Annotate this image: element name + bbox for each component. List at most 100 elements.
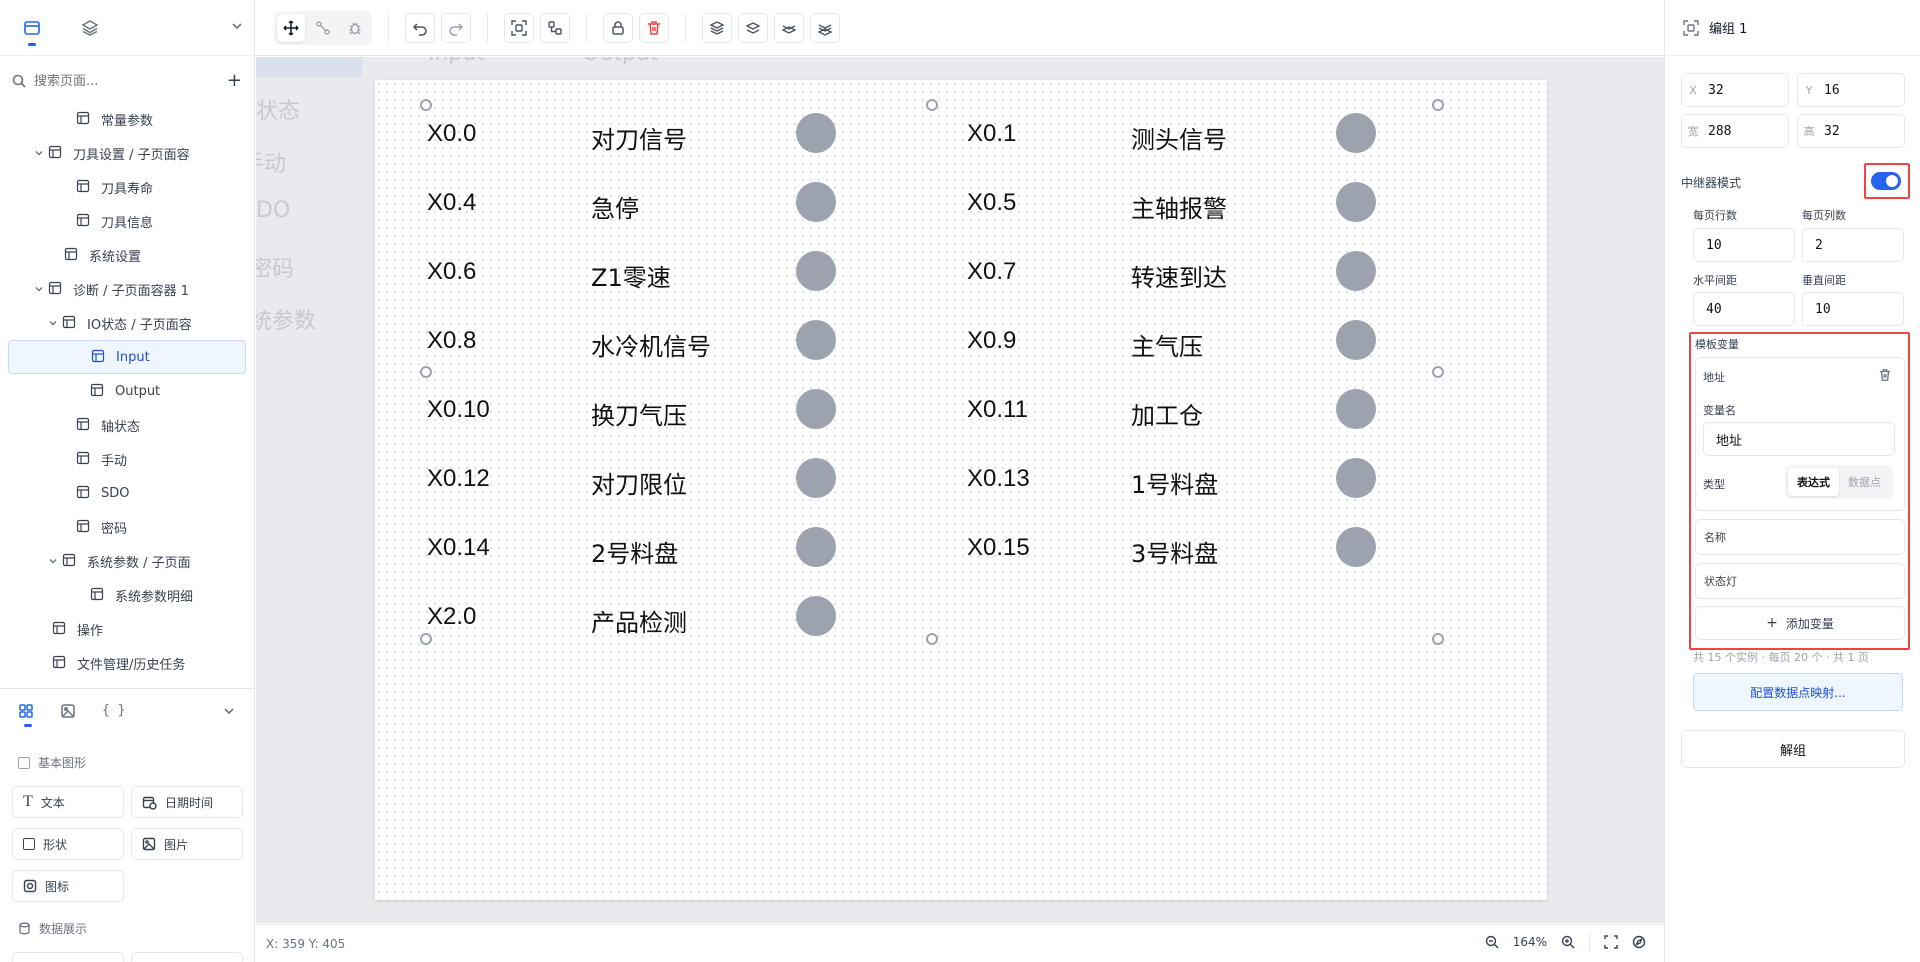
tree-item[interactable]: 密码 xyxy=(0,510,254,544)
variable-card-name[interactable]: 名称 xyxy=(1695,519,1905,555)
io-cell[interactable]: X0.7 转速到达 xyxy=(967,249,1387,293)
undo-button[interactable] xyxy=(405,12,435,43)
widget-shape-button[interactable]: 形状 xyxy=(12,828,124,860)
section-basic-shapes[interactable]: 基本图形 xyxy=(18,754,86,771)
tree-item[interactable]: IO状态 / 子页面容 xyxy=(0,306,254,340)
layers-tab[interactable] xyxy=(70,8,110,48)
assets-tab[interactable] xyxy=(60,703,76,719)
io-cell[interactable]: X0.5 主轴报警 xyxy=(967,180,1387,224)
y-field[interactable]: Y 16 xyxy=(1797,73,1905,107)
page-artboard[interactable]: X0.0 对刀信号 X0.1 测头信号 X0.4 急停 X0.5 主轴报警 X0.6 Z1零速 X0… xyxy=(375,80,1547,900)
chevron-down-icon[interactable] xyxy=(32,148,46,158)
io-cell[interactable]: X0.14 2号料盘 xyxy=(427,525,847,569)
widget-image-button[interactable]: 图片 xyxy=(131,828,243,860)
group-button[interactable] xyxy=(504,12,534,43)
selection-handle[interactable] xyxy=(926,99,938,111)
tree-item[interactable]: 系统参数 / 子页面 xyxy=(0,544,254,578)
io-cell[interactable]: X0.11 加工仓 xyxy=(967,387,1387,431)
tree-item-label: 操作 xyxy=(77,623,104,639)
widget-data-button-1[interactable] xyxy=(12,952,124,962)
zoom-in-icon[interactable] xyxy=(1561,935,1575,949)
x-field[interactable]: X 32 xyxy=(1681,73,1789,107)
io-cell[interactable]: X0.12 对刀限位 xyxy=(427,456,847,500)
tree-item[interactable]: 刀具寿命 xyxy=(0,170,254,204)
tree-item[interactable]: Input xyxy=(8,340,246,374)
variable-card-status-light[interactable]: 状态灯 xyxy=(1695,563,1905,599)
add-variable-button[interactable]: + 添加变量 xyxy=(1695,606,1905,640)
tree-item[interactable]: Output xyxy=(0,374,254,408)
tree-item[interactable]: 系统设置 xyxy=(0,238,254,272)
widget-icon-button[interactable]: 图标 xyxy=(12,870,124,902)
page-icon xyxy=(91,349,107,365)
bring-to-front-button[interactable] xyxy=(702,12,732,43)
trash-icon[interactable] xyxy=(1878,367,1892,386)
fit-screen-icon[interactable] xyxy=(1604,935,1618,949)
send-to-back-button[interactable] xyxy=(810,12,840,43)
tree-item[interactable]: 操作 xyxy=(0,612,254,646)
io-cell[interactable]: X0.6 Z1零速 xyxy=(427,249,847,293)
redo-button[interactable] xyxy=(441,12,471,43)
selection-handle[interactable] xyxy=(1432,633,1444,645)
lock-button[interactable] xyxy=(603,12,633,43)
io-cell[interactable]: X0.15 3号料盘 xyxy=(967,525,1387,569)
chevron-down-icon[interactable] xyxy=(46,318,60,328)
widget-text-button[interactable]: T 文本 xyxy=(12,786,124,818)
io-cell[interactable]: X0.13 1号料盘 xyxy=(967,456,1387,500)
io-cell[interactable]: X0.9 主气压 xyxy=(967,318,1387,362)
tree-item[interactable]: SDO xyxy=(0,476,254,510)
io-cell[interactable]: X0.0 对刀信号 xyxy=(427,111,847,155)
io-cell[interactable]: X2.0 产品检测 xyxy=(427,594,847,638)
ungroup-button[interactable]: 解组 xyxy=(1681,730,1905,768)
widget-data-button-2[interactable] xyxy=(131,952,243,962)
send-backward-button[interactable] xyxy=(774,12,804,43)
tree-item[interactable]: 诊断 / 子页面容器 1 xyxy=(0,272,254,306)
chevron-down-icon[interactable] xyxy=(230,18,244,37)
chevron-down-icon[interactable] xyxy=(46,556,60,566)
type-option-datapoint[interactable]: 数据点 xyxy=(1839,468,1890,496)
io-cell[interactable]: X0.10 换刀气压 xyxy=(427,387,847,431)
io-cell[interactable]: X0.8 水冷机信号 xyxy=(427,318,847,362)
connect-tool-button[interactable] xyxy=(309,14,337,42)
move-tool-button[interactable] xyxy=(277,13,305,42)
tree-item[interactable]: 轴状态 xyxy=(0,408,254,442)
selection-handle[interactable] xyxy=(926,633,938,645)
tree-item[interactable]: 常量参数 xyxy=(0,106,254,136)
bring-forward-button[interactable] xyxy=(738,12,768,43)
ungroup-tool-button[interactable] xyxy=(540,12,570,43)
tree-item[interactable]: 刀具设置 / 子页面容 xyxy=(0,136,254,170)
widget-datetime-button[interactable]: 日期时间 xyxy=(131,786,243,818)
h-gap-input[interactable]: 40 xyxy=(1693,292,1795,326)
components-tab[interactable] xyxy=(18,703,34,727)
selection-handle[interactable] xyxy=(420,99,432,111)
type-option-expression[interactable]: 表达式 xyxy=(1788,468,1839,496)
tree-item[interactable]: 文件管理/历史任务 xyxy=(0,646,254,672)
tree-item[interactable]: 手动 xyxy=(0,442,254,476)
selection-handle[interactable] xyxy=(1432,366,1444,378)
var-name-input[interactable]: 地址 xyxy=(1703,422,1895,456)
chevron-down-icon[interactable] xyxy=(32,284,46,294)
rows-per-page-input[interactable]: 10 xyxy=(1693,228,1795,262)
tree-item[interactable]: 系统参数明细 xyxy=(0,578,254,612)
v-gap-input[interactable]: 10 xyxy=(1802,292,1904,326)
cols-per-page-input[interactable]: 2 xyxy=(1802,228,1904,262)
selection-handle[interactable] xyxy=(420,366,432,378)
io-cell[interactable]: X0.4 急停 xyxy=(427,180,847,224)
pages-tab[interactable] xyxy=(12,8,52,48)
height-field[interactable]: 高 32 xyxy=(1797,114,1905,148)
add-page-icon[interactable]: + xyxy=(227,72,242,90)
width-field[interactable]: 宽 288 xyxy=(1681,114,1789,148)
chevron-down-icon[interactable] xyxy=(222,704,236,718)
delete-button[interactable] xyxy=(639,12,669,43)
repeater-toggle[interactable] xyxy=(1871,172,1901,190)
section-data-display[interactable]: 数据展示 xyxy=(18,920,87,937)
search-input[interactable] xyxy=(34,73,219,89)
selection-handle[interactable] xyxy=(1432,99,1444,111)
compass-icon[interactable] xyxy=(1632,935,1646,949)
zoom-out-icon[interactable] xyxy=(1485,935,1499,949)
design-canvas[interactable]: Input Output 状态 手动 DO 密码 统参数 X0.0对刀信号X0.… xyxy=(256,57,1664,923)
code-tab[interactable]: { } xyxy=(102,703,125,718)
debug-tool-button[interactable] xyxy=(341,14,369,42)
tree-item[interactable]: 刀具信息 xyxy=(0,204,254,238)
io-cell[interactable]: X0.1 测头信号 xyxy=(967,111,1387,155)
map-datapoints-button[interactable]: 配置数据点映射... xyxy=(1693,673,1903,711)
